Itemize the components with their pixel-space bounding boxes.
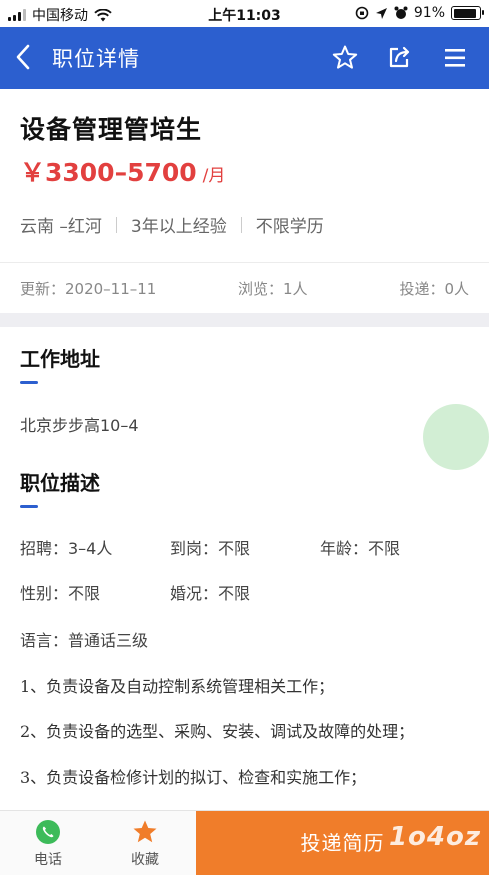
tag-location: 云南 –红河 [20, 217, 102, 237]
stat-views: 浏览：1人 [238, 280, 308, 298]
nav-bar: 职位详情 [0, 27, 489, 89]
tag-experience: 3年以上经验 [130, 217, 227, 237]
back-icon[interactable] [12, 41, 36, 73]
phone-label: 电话 [34, 852, 62, 868]
battery-icon [451, 6, 484, 20]
stat-applications: 投递：0人 [399, 280, 469, 298]
floating-bubble[interactable] [423, 404, 489, 470]
status-bar: 中国移动 上午11:03 91% [0, 0, 489, 27]
star-icon[interactable] [330, 43, 360, 73]
tag-divider [115, 216, 117, 233]
star-filled-icon [133, 820, 157, 843]
apply-label: 投递简历 [300, 831, 385, 855]
job-title: 设备管理管培生 [20, 115, 203, 144]
phone-button[interactable]: 电话 [3, 819, 93, 869]
battery-fill [453, 8, 477, 18]
description-heading: 职位描述 [20, 471, 100, 495]
favorite-label: 收藏 [131, 852, 159, 868]
menu-icon[interactable] [440, 43, 470, 73]
heading-underline [20, 505, 38, 508]
duty-item: 1、负责设备及自动控制系统管理相关工作； [20, 677, 335, 696]
favorite-button[interactable]: 收藏 [100, 819, 190, 869]
address-value: 北京步步高10–4 [20, 416, 139, 435]
alarm-icon [394, 6, 408, 19]
tag-divider [240, 216, 242, 233]
job-tags: 云南 –红河 3年以上经验 不限学历 [20, 212, 324, 237]
duty-item: 3、负责设备检修计划的拟订、检查和实施工作； [20, 768, 367, 787]
info-marriage: 婚况：不限 [170, 584, 251, 603]
info-gender: 性别：不限 [20, 584, 101, 603]
tag-education: 不限学历 [255, 217, 324, 237]
apply-resume-button[interactable]: 投递简历 1o4oz [196, 811, 489, 875]
bottom-action-bar: 电话 收藏 投递简历 1o4oz [0, 810, 489, 875]
page-title: 职位详情 [52, 47, 140, 71]
info-recruit: 招聘：3–4人 [20, 539, 113, 558]
divider [0, 262, 489, 263]
salary: ￥3300–5700/月 [20, 153, 225, 189]
job-stats: 更新：2020–11–11 浏览：1人 投递：0人 [20, 278, 469, 298]
info-arrival: 到岗：不限 [170, 539, 251, 558]
lock-rotation-icon [355, 6, 369, 20]
info-age: 年龄：不限 [320, 539, 401, 558]
duty-item: 2、负责设备的选型、采购、安装、调试及故障的处理； [20, 722, 415, 741]
salary-range: ￥3300–5700 [20, 158, 197, 187]
status-right: 91% [355, 5, 484, 21]
address-heading: 工作地址 [20, 347, 100, 371]
location-icon [375, 7, 387, 19]
watermark-logo: 1o4oz [388, 822, 481, 852]
section-gap [0, 313, 489, 327]
phone-icon [36, 820, 60, 844]
salary-unit: /月 [202, 166, 226, 186]
share-icon[interactable] [385, 43, 415, 73]
heading-underline [20, 381, 38, 384]
info-language: 语言：普通话三级 [20, 631, 149, 650]
stat-updated: 更新：2020–11–11 [20, 280, 157, 298]
battery-percent: 91% [413, 5, 445, 21]
